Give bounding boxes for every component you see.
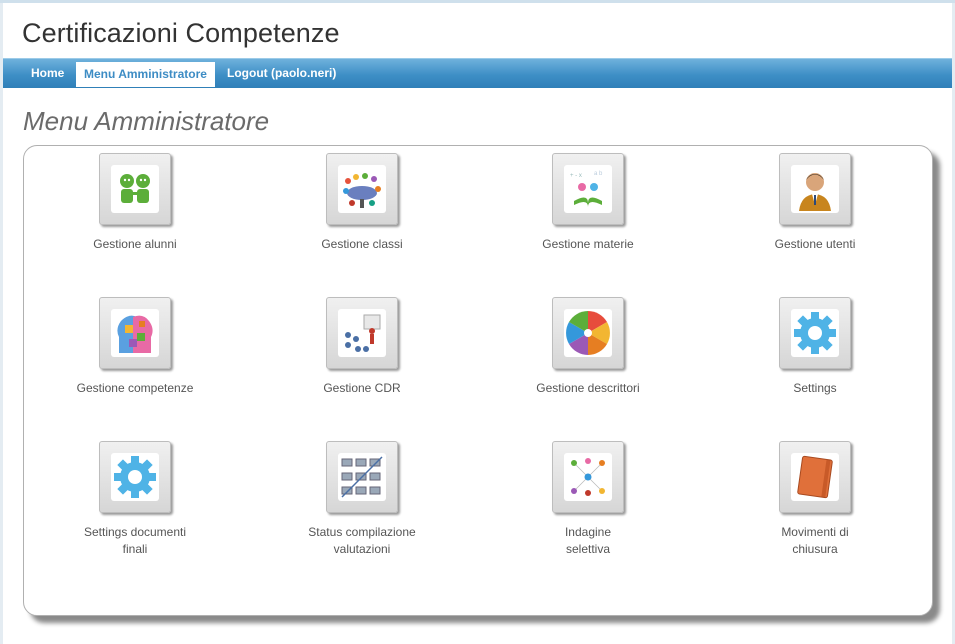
menu-item-label: Gestione classi <box>321 237 403 251</box>
svg-text:a b: a b <box>594 171 603 177</box>
menu-item-label: Gestione descrittori <box>536 381 640 395</box>
gear-icon <box>114 456 156 498</box>
menu-item-label: Gestione utenti <box>774 237 856 251</box>
nav-admin-menu-link[interactable]: Menu Amministratore <box>76 62 215 87</box>
menu-icon-tile[interactable] <box>99 297 171 369</box>
menu-icon-tile[interactable] <box>99 441 171 513</box>
navbar: Home Menu Amministratore Logout (paolo.n… <box>3 58 952 88</box>
menu-icon-tile[interactable] <box>552 441 624 513</box>
menu-item-label: Gestione alunni <box>93 237 177 251</box>
menu-icon-tile[interactable] <box>779 441 851 513</box>
menu-item-label: Gestione materie <box>542 237 634 251</box>
menu-item-label: Gestione competenze <box>76 381 194 395</box>
menu-icon-tile[interactable] <box>99 153 171 225</box>
presentation-icon <box>345 314 381 352</box>
admin-menu-panel: Gestione alunni Gestione classi + - x a … <box>23 145 933 616</box>
menu-item-label: Gestione CDR <box>323 381 401 395</box>
menu-item-label: Status compilazione valutazioni <box>308 525 416 556</box>
gear-icon <box>794 312 836 354</box>
workstations-icon <box>341 456 383 498</box>
menu-item-label: Settings <box>793 381 837 395</box>
menu-icon-tile[interactable] <box>326 441 398 513</box>
subjects-book-icon: + - x a b <box>570 171 603 207</box>
menu-item-label: Indagine selettiva <box>564 525 612 556</box>
svg-text:+ - x: + - x <box>570 173 582 179</box>
nav-home-link[interactable]: Home <box>31 63 64 84</box>
menu-icon-tile[interactable] <box>779 153 851 225</box>
menu-icon-tile[interactable] <box>326 297 398 369</box>
students-icon <box>120 174 150 203</box>
menu-icon-tile[interactable] <box>779 297 851 369</box>
nav-logout-link[interactable]: Logout (paolo.neri) <box>227 63 336 84</box>
puzzle-head-icon <box>117 315 153 353</box>
color-wheel-icon <box>566 311 610 355</box>
notebook-icon <box>797 455 833 499</box>
menu-item-label: Settings documenti finali <box>83 525 187 556</box>
page: Certificazioni Competenze Home Menu Ammi… <box>3 3 952 644</box>
menu-item-label: Movimenti di chiusura <box>781 525 849 556</box>
network-people-icon <box>571 458 605 496</box>
menu-icon-tile[interactable] <box>552 297 624 369</box>
page-title: Menu Amministratore <box>23 106 270 136</box>
app-title: Certificazioni Competenze <box>22 18 340 48</box>
menu-icon-tile[interactable]: + - x a b <box>552 153 624 225</box>
menu-icon-tile[interactable] <box>326 153 398 225</box>
user-icon <box>799 173 831 211</box>
classroom-meeting-icon <box>343 173 381 208</box>
